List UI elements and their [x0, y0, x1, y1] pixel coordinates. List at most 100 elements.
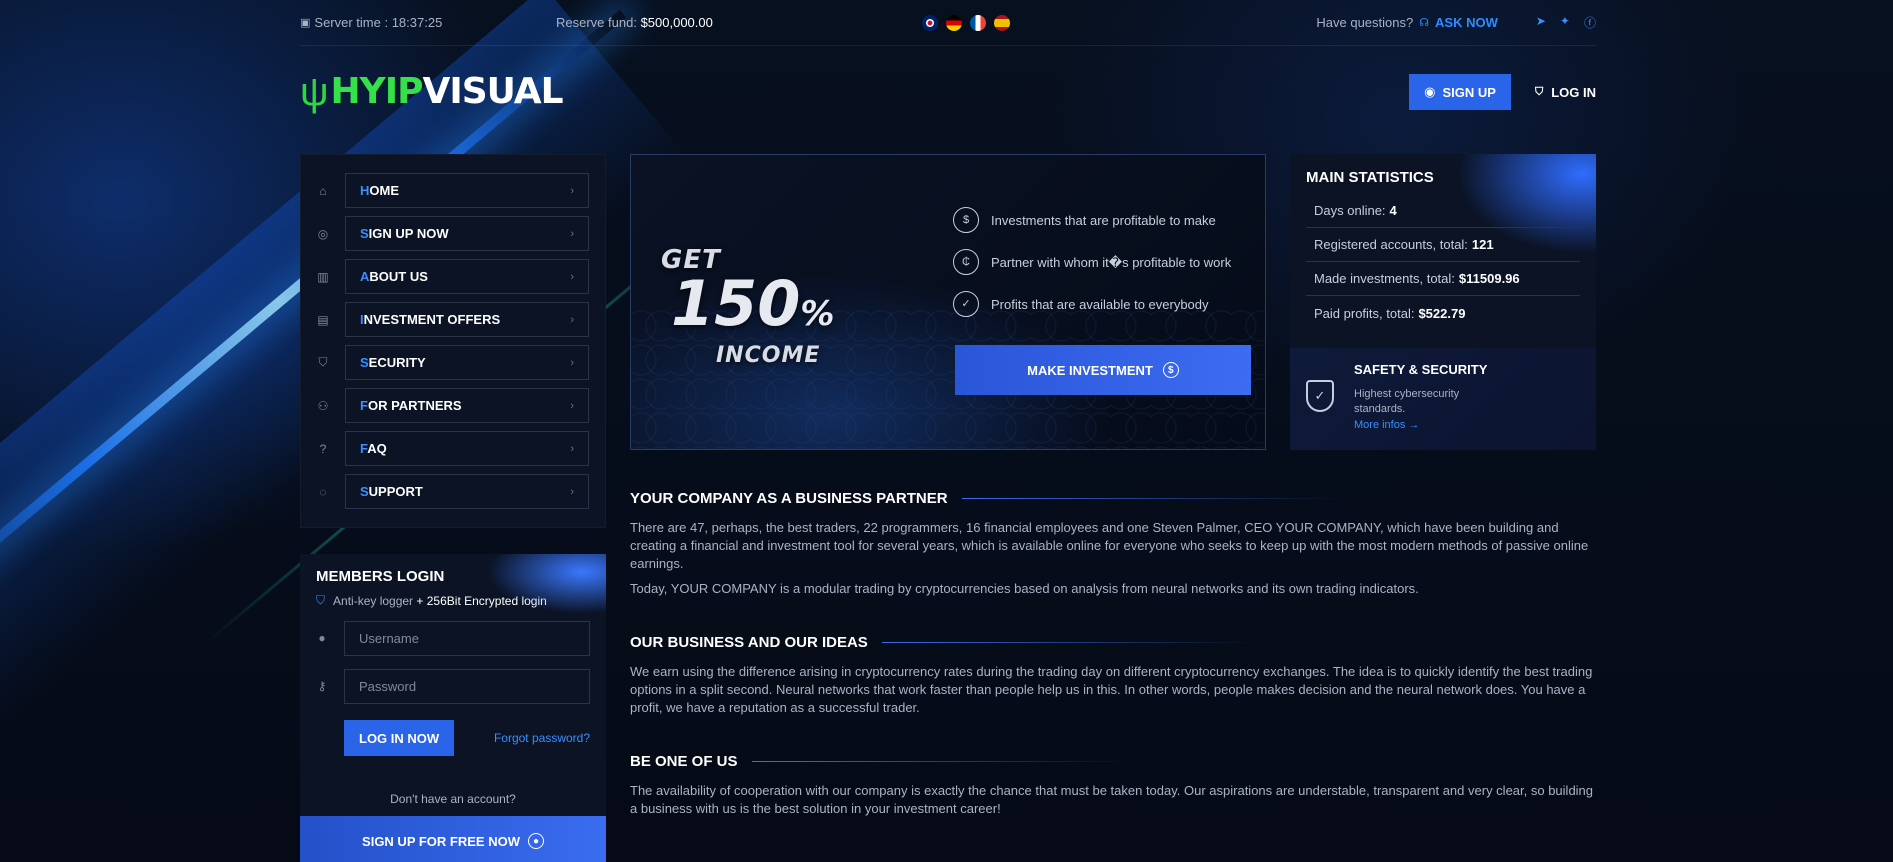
- promo-income: INCOME: [716, 343, 821, 368]
- top-bar: ▣ Server time : 18:37:25 Reserve fund: $…: [300, 0, 1596, 46]
- nav-label-first: H: [360, 183, 370, 198]
- bank-icon: ▤: [317, 312, 329, 327]
- features-list: $ Investments that are profitable to mak…: [953, 207, 1253, 333]
- feature-text: Investments that are profitable to make: [991, 212, 1216, 228]
- main-content: YOUR COMPANY AS A BUSINESS PARTNER There…: [630, 490, 1596, 854]
- header-buttons: ◉ SIGN UP ⛉ LOG IN: [1409, 74, 1596, 110]
- nav-item-box[interactable]: INVESTMENT OFFERS ›: [345, 302, 589, 337]
- coins-icon: ₵: [953, 249, 979, 275]
- divider: [881, 642, 1262, 643]
- server-time-text: Server time : 18:37:25: [314, 15, 443, 30]
- chevron-right-icon: ›: [570, 442, 574, 455]
- hero-banner: GET 150% INCOME $ Investments that are p…: [630, 154, 1266, 450]
- home-icon: ⌂: [319, 183, 327, 198]
- user-icon: ●: [527, 833, 544, 849]
- nav-label-first: S: [360, 226, 369, 241]
- section-title-text: BE ONE OF US: [630, 753, 738, 770]
- nav-item-box[interactable]: SUPPORT ›: [345, 474, 589, 509]
- facebook-icon[interactable]: ⓕ: [1584, 14, 1596, 31]
- chevron-right-icon: ›: [570, 356, 574, 369]
- flag-en-icon[interactable]: [922, 14, 938, 31]
- sidebar: ⌂ HOME › ◎ SIGN UP NOW › ▥ ABOUT US › ▤ INV…: [300, 154, 606, 862]
- chevron-right-icon: ›: [570, 184, 574, 197]
- calendar-icon: ▣: [300, 17, 311, 29]
- nav-item-box[interactable]: HOME ›: [345, 173, 589, 208]
- password-input[interactable]: [344, 668, 590, 704]
- feature-text: Partner with whom it�s profitable to wor…: [991, 254, 1232, 270]
- stat-row-registered: Registered accounts, total: 121: [1306, 228, 1580, 262]
- nav-label: NVESTMENT OFFERS: [363, 312, 501, 327]
- stat-value: 121: [1471, 237, 1494, 252]
- user-icon: ●: [318, 631, 326, 645]
- feature-item: ✓ Profits that are available to everybod…: [953, 291, 1253, 317]
- reserve-fund-value: $500,000.00: [640, 15, 713, 30]
- statistics-box: MAIN STATISTICS Days online: 4 Registered…: [1290, 154, 1596, 348]
- flag-es-icon[interactable]: [994, 14, 1010, 31]
- make-investment-button[interactable]: MAKE INVESTMENT $: [955, 345, 1251, 395]
- logo-hands-icon: ψ: [300, 70, 329, 114]
- stat-label: Made investments, total:: [1314, 271, 1455, 286]
- nav-label-first: S: [360, 484, 369, 499]
- section-paragraph: We earn using the difference arising in …: [630, 664, 1593, 715]
- nav-item-box[interactable]: FOR PARTNERS ›: [345, 388, 589, 423]
- feature-item: $ Investments that are profitable to mak…: [953, 207, 1253, 233]
- telegram-icon[interactable]: ➤: [1536, 14, 1546, 31]
- promo-percent-sign: %: [800, 294, 835, 334]
- section-business-ideas: OUR BUSINESS AND OUR IDEAS We earn using…: [630, 634, 1596, 717]
- nav-item-security[interactable]: ⛉ SECURITY ›: [301, 341, 589, 384]
- section-title: BE ONE OF US: [630, 753, 1596, 770]
- divider: [961, 498, 1342, 499]
- nav-item-support[interactable]: ◌ SUPPORT ›: [301, 470, 589, 513]
- nav-label-first: S: [360, 355, 369, 370]
- nav-item-faq[interactable]: ? FAQ ›: [301, 427, 589, 470]
- flag-fr-icon[interactable]: [970, 14, 986, 31]
- nav-label: ECURITY: [368, 355, 426, 370]
- have-questions-text: Have questions?: [1316, 15, 1414, 30]
- safety-security-box: ✓ SAFETY & SECURITY Highest cybersecurit…: [1290, 348, 1596, 450]
- user-circle-icon: ◎: [317, 226, 329, 241]
- shield-icon: ⛉: [318, 355, 328, 369]
- nav-item-box[interactable]: SECURITY ›: [345, 345, 589, 380]
- nav-item-sign-up-now[interactable]: ◎ SIGN UP NOW ›: [301, 212, 589, 255]
- nav-item-box[interactable]: ABOUT US ›: [345, 259, 589, 294]
- reserve-fund-label: Reserve fund:: [556, 15, 637, 30]
- nav-label: UPPORT: [368, 484, 423, 499]
- logo[interactable]: ψ HYIP VISUAL: [300, 70, 564, 114]
- header: ψ HYIP VISUAL ◉ SIGN UP ⛉ LOG IN: [300, 46, 1596, 154]
- header-log-in-button[interactable]: ⛉ LOG IN: [1535, 85, 1596, 100]
- money-bag-icon: $: [953, 207, 979, 233]
- nav-item-box[interactable]: SIGN UP NOW ›: [345, 216, 589, 251]
- sign-up-free-button[interactable]: SIGN UP FOR FREE NOW ●: [300, 816, 606, 862]
- sign-up-free-label: SIGN UP FOR FREE NOW: [362, 833, 520, 849]
- twitter-icon[interactable]: ✦: [1560, 14, 1570, 31]
- chat-icon: ◌: [319, 484, 327, 499]
- feature-item: ₵ Partner with whom it�s profitable to w…: [953, 249, 1253, 275]
- stat-label: Days online:: [1314, 203, 1386, 218]
- question-icon: ?: [319, 441, 327, 456]
- anti-key-text: Anti-key logger: [333, 593, 414, 608]
- nav-item-for-partners[interactable]: ⚇ FOR PARTNERS ›: [301, 384, 589, 427]
- safety-title: SAFETY & SECURITY: [1354, 362, 1488, 377]
- nav-item-investment-offers[interactable]: ▤ INVESTMENT OFFERS ›: [301, 298, 589, 341]
- stat-value: $522.79: [1418, 305, 1466, 321]
- stat-value: 4: [1389, 203, 1397, 218]
- section-paragraph: The availability of cooperation with our…: [630, 783, 1594, 816]
- users-icon: ⚇: [317, 398, 329, 413]
- forgot-password-link[interactable]: Forgot password?: [494, 731, 590, 745]
- nav-item-about-us[interactable]: ▥ ABOUT US ›: [301, 255, 589, 298]
- shield-check-icon: ✓: [1306, 380, 1334, 412]
- ask-now-link[interactable]: ASK NOW: [1435, 15, 1498, 30]
- nav-item-home[interactable]: ⌂ HOME ›: [301, 169, 589, 212]
- header-sign-up-button[interactable]: ◉ SIGN UP: [1409, 74, 1511, 110]
- nav-item-box[interactable]: FAQ ›: [345, 431, 589, 466]
- chevron-right-icon: ›: [570, 270, 574, 283]
- chevron-right-icon: ›: [570, 485, 574, 498]
- username-input[interactable]: [344, 620, 590, 656]
- stat-row-investments: Made investments, total: $11509.96: [1306, 262, 1580, 296]
- section-paragraph: Today, YOUR COMPANY is a modular trading…: [630, 581, 1419, 596]
- flag-de-icon[interactable]: [946, 14, 962, 31]
- main-nav: ⌂ HOME › ◎ SIGN UP NOW › ▥ ABOUT US › ▤ INV…: [300, 154, 606, 528]
- social-links: ➤ ✦ ⓕ: [1536, 14, 1596, 31]
- log-in-now-button[interactable]: LOG IN NOW: [344, 720, 455, 756]
- more-infos-link[interactable]: More infos →: [1354, 419, 1596, 431]
